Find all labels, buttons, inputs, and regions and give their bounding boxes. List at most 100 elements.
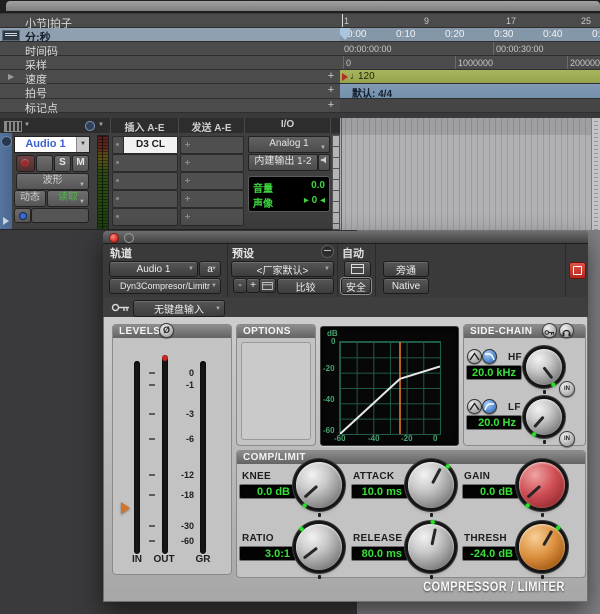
io-column-header[interactable]: I/O [245,119,330,130]
sends-column-header[interactable]: 发送 A-E [179,119,244,134]
previous-preset-button[interactable]: - [233,278,247,293]
track-expand-icon[interactable] [3,217,9,225]
mute-button[interactable]: M [72,155,89,172]
knee-knob[interactable] [296,462,342,508]
automation-mode-selector[interactable]: 读取▼ [47,190,89,207]
solo-button[interactable]: S [54,155,71,172]
ruler-markers[interactable]: 标记点 + [0,99,340,113]
add-marker-button[interactable]: + [326,99,336,111]
input-path-selector[interactable]: Analog 1▼ [248,136,330,153]
track-list-menu-icon[interactable] [4,121,22,132]
add-tempo-button[interactable]: + [326,70,336,82]
minsec-timeline[interactable]: 0:00 0:10 0:20 0:30 0:40 0:5 [340,28,600,42]
insert-slot-b[interactable] [112,154,178,172]
automation-window-button[interactable] [344,261,371,277]
chevron-down-icon[interactable]: ▼ [24,122,30,128]
volume-pan-display[interactable]: 音量0.0 声像 ▸ 0 ◂ [248,176,330,212]
release-knob[interactable] [408,524,454,570]
send-slot-a[interactable] [180,136,244,154]
ruler-bars[interactable]: 小节|拍子 [0,14,340,28]
timeline-scrollbar[interactable] [591,118,600,230]
send-slot-b[interactable] [180,154,244,172]
markers-timeline[interactable] [340,99,600,113]
track-view-selector[interactable]: 波形▼ [16,173,89,190]
timebase-button[interactable] [14,208,31,223]
output-speaker-button[interactable] [318,154,330,171]
pan-value[interactable]: ▸ 0 ◂ [304,195,325,206]
next-preset-button[interactable]: + [246,278,260,293]
insert-power-icon[interactable] [116,143,119,146]
preset-selector[interactable]: <厂家默认>▼ [231,261,334,277]
automation-safe-button[interactable]: 安全 [341,278,371,294]
ruler-selector-icon[interactable] [2,30,20,41]
threshold-arrow-indicator[interactable] [121,502,130,514]
ratio-knob[interactable] [296,524,342,570]
plugin-selector[interactable]: Dyn3Compresor/Limitr▼ [109,278,221,294]
timecode-timeline[interactable]: 00:00:00:00 00:00:30:00 [340,42,600,56]
phase-invert-button[interactable]: Ø [159,323,174,338]
lf-frequency-knob[interactable] [526,399,562,435]
tempo-timeline[interactable]: ♩ 120 [340,70,600,84]
minimize-button[interactable] [124,233,134,243]
send-slot-c[interactable] [180,172,244,190]
hf-frequency-display[interactable]: 20.0 kHz [466,365,522,380]
samples-timeline[interactable]: 0 1000000 2000000 [340,56,600,70]
hf-bandpass-filter-button[interactable] [467,349,482,364]
hf-in-button[interactable]: IN [559,381,575,397]
window-grab-bar[interactable] [6,1,600,11]
send-slot-e[interactable] [180,208,244,226]
sidechain-listen-button[interactable] [559,323,574,338]
plugin-title-bar[interactable] [103,231,588,244]
meter-timeline[interactable]: 默认: 4/4 [340,84,600,99]
release-display[interactable]: 80.0 ms [351,546,408,561]
add-meter-button[interactable]: + [326,84,336,96]
ruler-meter[interactable]: 拍号 + [0,84,340,99]
track-name-field[interactable]: Audio 1 ▼ [14,136,90,153]
hf-lowpass-filter-button[interactable] [482,349,497,364]
insert-slot-e[interactable] [112,208,178,226]
hf-frequency-knob[interactable] [526,349,562,385]
lf-in-button[interactable]: IN [559,431,575,447]
edit-playlist-area[interactable] [340,118,600,230]
close-button[interactable] [109,233,119,243]
copy-preset-button[interactable] [259,278,276,293]
plugin-track-selector[interactable]: Audio 1▼ [109,261,198,277]
ruler-timecode[interactable]: 时间码 [0,42,340,56]
bars-timeline[interactable]: 1 9 17 25 [340,14,600,28]
attack-knob[interactable] [408,462,454,508]
chevron-down-icon[interactable]: ▼ [76,137,89,152]
samples-tick: 0 [346,58,351,68]
send-slot-d[interactable] [180,190,244,208]
lf-bandpass-filter-button[interactable] [467,399,482,414]
keyboard-focus-selector[interactable]: 无键盘输入▼ [133,300,225,317]
preset-menu-icon[interactable] [321,245,334,258]
gain-knob[interactable] [519,462,565,508]
inserts-column-header[interactable]: 插入 A-E [111,119,178,134]
timebase-clock-icon[interactable] [85,121,95,131]
thresh-knob[interactable] [519,524,565,570]
chevron-down-icon[interactable]: ▼ [98,122,104,128]
elastic-audio-button[interactable]: 动态 [14,190,46,207]
tempo-expander-icon[interactable]: ▶ [8,72,14,81]
output-clip-indicator[interactable] [162,355,168,361]
insert-slot-a[interactable]: D3 CL [112,136,178,154]
ruler-samples[interactable]: 采样 [0,56,340,70]
bypass-button[interactable]: 旁通 [383,261,429,277]
ruler-tempo[interactable]: ▶ 速度 + [0,70,340,84]
insert-plugin-name[interactable]: D3 CL [123,137,177,153]
lf-highpass-filter-button[interactable] [482,399,497,414]
insert-position-selector[interactable]: a▼ [199,261,221,277]
tempo-marker-icon[interactable] [342,73,348,81]
platform-button[interactable]: Native [383,278,429,294]
volume-value[interactable]: 0.0 [311,180,325,191]
output-path-selector[interactable]: 内建输出 1-2 [248,154,318,171]
track-collapse-icon[interactable] [1,136,12,147]
elastic-plot-button[interactable] [31,208,89,223]
ruler-minsec[interactable]: 分:秒 [0,28,340,42]
input-monitor-button[interactable] [36,155,53,172]
record-enable-button[interactable] [16,155,35,172]
compare-button[interactable]: 比较 [277,278,334,294]
target-button[interactable] [569,262,586,279]
insert-slot-d[interactable] [112,190,178,208]
insert-slot-c[interactable] [112,172,178,190]
